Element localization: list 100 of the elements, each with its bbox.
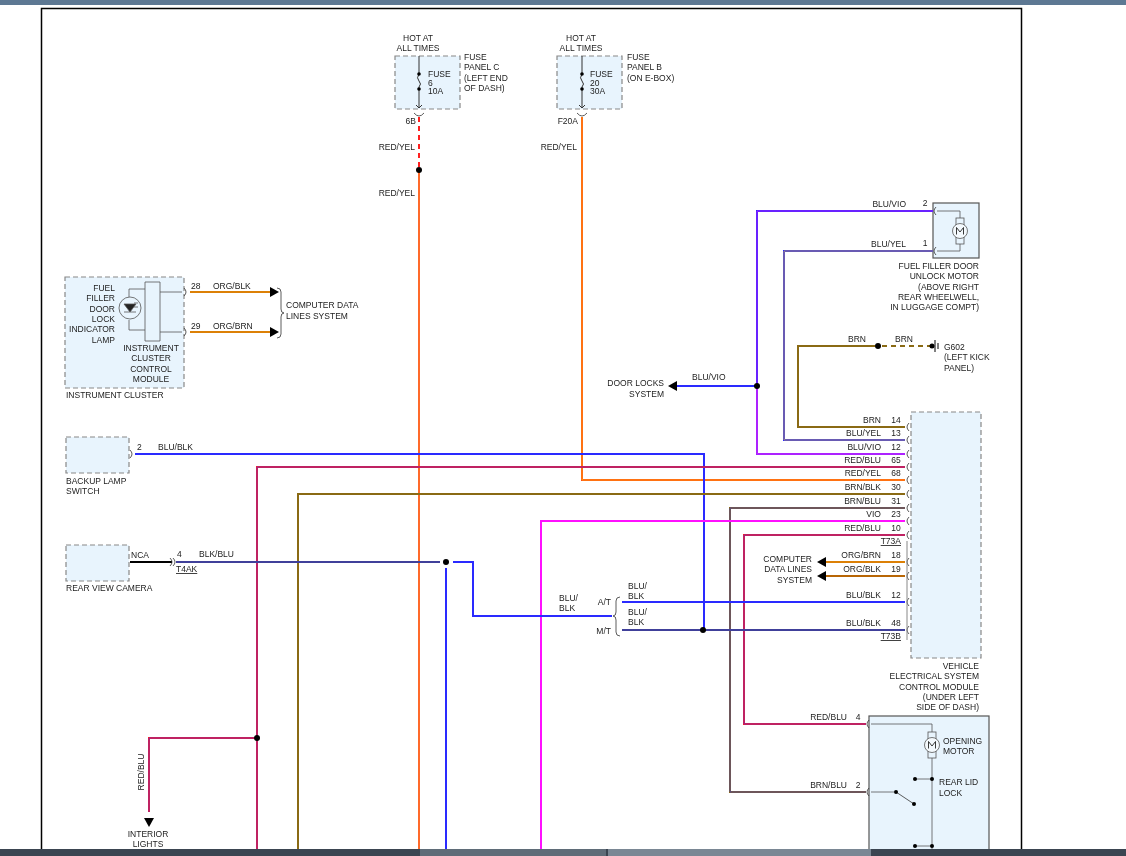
- wire-color-label: BLU/ BLK: [628, 581, 647, 602]
- component-label: OPENING MOTOR: [943, 736, 983, 757]
- component-label: FUEL FILLER DOOR UNLOCK MOTOR (ABOVE RIGHT REAR WHEELWELL, IN LUGGAGE COMPT): [890, 261, 979, 313]
- component-box: [65, 436, 130, 474]
- connector-icon: [183, 287, 187, 297]
- connector-icon: [933, 246, 937, 256]
- brace-icon: [276, 287, 285, 339]
- wire-color-label: BLU/YEL: [846, 428, 881, 438]
- fuse-rating-label: FUSE 6 10A: [428, 69, 451, 96]
- wire-color-label: RED/YEL: [844, 468, 881, 478]
- pin-number: 2: [922, 198, 928, 208]
- wire-color-label: RED/BLU: [810, 712, 847, 722]
- pin-number: 6B: [405, 116, 416, 126]
- note-label: M/T: [596, 626, 611, 636]
- motor-circuit-line: [936, 210, 961, 252]
- connector-icon: [576, 112, 588, 117]
- wire-color-label: ORG/BRN: [841, 550, 881, 560]
- wire-color-label: BLU/YEL: [871, 239, 906, 249]
- connector-icon: [933, 206, 937, 216]
- wire-color-label: BLK/BLU: [199, 549, 234, 559]
- pin-number: 1: [922, 238, 928, 248]
- wire-color-label: ORG/BLK: [213, 281, 251, 291]
- wire-color-label: RED/YEL: [540, 142, 577, 152]
- pin-number: 48: [891, 618, 901, 628]
- pin-number: 2: [855, 780, 861, 790]
- wire-color-label: ORG/BRN: [213, 321, 253, 331]
- splice-dot: [875, 343, 881, 349]
- destination-label: COMPUTER DATA LINES SYSTEM: [763, 554, 812, 585]
- splice-dot: [254, 735, 260, 741]
- arrow-icon: [270, 327, 279, 337]
- destination-label: INTERIOR LIGHTS: [127, 829, 169, 850]
- pin-number: 19: [891, 564, 901, 574]
- wire-color-label: BLU/ BLK: [628, 607, 647, 628]
- wire-color-label: BLU/VIO: [847, 442, 881, 452]
- component-label: G602 (LEFT KICK PANEL): [944, 342, 990, 373]
- pin-number: 4: [177, 549, 182, 559]
- connector-icon: [413, 112, 425, 117]
- scrollbar-thumb[interactable]: [420, 849, 606, 856]
- pin-number: 13: [891, 428, 901, 438]
- wire-color-label: BRN: [863, 415, 881, 425]
- component-label: VEHICLE ELECTRICAL SYSTEM CONTROL MODULE (UNDER LEFT SIDE OF DASH): [889, 661, 979, 713]
- pin-number: 14: [891, 415, 901, 425]
- component-box: [556, 55, 623, 110]
- contact-point-icon: [913, 844, 917, 848]
- component-label: FUEL FILLER DOOR LOCK INDICATOR LAMP: [69, 283, 115, 345]
- wire-color-label: BLU/BLK: [158, 442, 193, 452]
- component-label: FUSE PANEL B (ON E-BOX): [627, 52, 675, 83]
- pin-number: 31: [891, 496, 901, 506]
- pin-number: 10: [891, 523, 901, 533]
- connector-icon: [906, 625, 910, 635]
- contact-point-icon: [930, 777, 934, 781]
- motor-icon: [924, 731, 940, 759]
- component-label: REAR VIEW CAMERA: [66, 583, 153, 593]
- wire-color-label: RED/YEL: [378, 142, 415, 152]
- wire-color-label: RED/BLU: [844, 455, 881, 465]
- wire-color-label: BLU/BLK: [846, 590, 881, 600]
- connector-icon: [866, 787, 870, 797]
- ground-icon: [929, 339, 939, 353]
- module-symbol-drawing: [128, 281, 183, 342]
- pin-number: 29: [191, 321, 201, 331]
- component-label: HOT AT ALL TIMES: [559, 33, 603, 54]
- wire-color-label: BRN: [848, 334, 866, 344]
- component-box: [394, 55, 461, 110]
- note-label: NCA: [131, 550, 149, 560]
- connector-id: T73B: [880, 631, 901, 641]
- pin-number: F20A: [557, 116, 578, 126]
- arrow-icon: [668, 381, 677, 391]
- component-label: BACKUP LAMP SWITCH: [66, 476, 127, 497]
- splice-dot: [700, 627, 706, 633]
- motor-icon: [952, 217, 968, 245]
- component-label: HOT AT ALL TIMES: [396, 33, 440, 54]
- fuse-icon: [415, 55, 423, 109]
- wire-color-label: ORG/BLK: [843, 564, 881, 574]
- wire-color-label: RED/BLU: [844, 523, 881, 533]
- pin-number: 12: [891, 442, 901, 452]
- pin-number: 28: [191, 281, 201, 291]
- pin-number: 18: [891, 550, 901, 560]
- arrow-icon: [270, 287, 279, 297]
- arrow-icon: [144, 818, 154, 827]
- wire-color-label: BRN: [895, 334, 913, 344]
- brace-icon: [612, 596, 621, 637]
- lamp-icon: [118, 296, 142, 320]
- wire-color-label: BLU/VIO: [872, 199, 906, 209]
- component-label: INSTRUMENT CLUSTER CONTROL MODULE: [123, 343, 179, 384]
- wire-color-label: RED/YEL: [378, 188, 415, 198]
- wire-color-label: BRN/BLK: [844, 482, 881, 492]
- wire-color-label: BRN/BLU: [810, 780, 847, 790]
- pin-number: 12: [891, 590, 901, 600]
- component-label: INSTRUMENT CLUSTER: [66, 390, 164, 400]
- connector-id: T73A: [880, 536, 901, 546]
- fuse-rating-label: FUSE 20 30A: [590, 69, 613, 96]
- connector-icon: [183, 327, 187, 337]
- splice-dot: [443, 559, 449, 565]
- note-label: A/T: [597, 597, 611, 607]
- connector-id: T4AK: [176, 564, 198, 574]
- pin-number: 68: [891, 468, 901, 478]
- wire-color-label: BRN/BLU: [844, 496, 881, 506]
- component-label: REAR LID LOCK: [939, 777, 979, 798]
- contact-point-icon: [930, 844, 934, 848]
- wire-color-label: BLU/VIO: [692, 372, 726, 382]
